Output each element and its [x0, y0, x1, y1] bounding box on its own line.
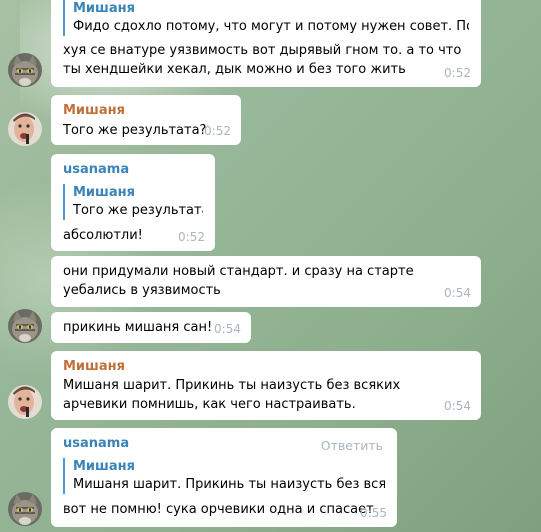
reply-author: Мишаня	[73, 185, 135, 200]
author-name[interactable]: Мишаня	[63, 358, 469, 376]
message-text: они придумали новый стандарт. и сразу на…	[63, 264, 414, 298]
reply-text: Того же результата?	[73, 203, 203, 218]
message-bubble[interactable]: Мишаня Того же результата? 0:52	[51, 95, 241, 145]
reply-text: Мишаня шарит. Прикинь ты наизусть без вс…	[73, 477, 385, 492]
message-time: 0:54	[444, 399, 471, 413]
message-time: 0:52	[444, 66, 471, 80]
message-bubble[interactable]: они придумали новый стандарт. и сразу на…	[51, 256, 481, 307]
cat-avatar[interactable]	[8, 53, 42, 87]
message-text: хуя се внатуре уязвимость вот дырявый гн…	[63, 43, 462, 77]
author-name[interactable]: usanama	[63, 161, 203, 179]
message-text: прикинь мишаня сан!	[63, 320, 213, 335]
message-bubble[interactable]: Мишаня Мишаня шарит. Прикинь ты наизусть…	[51, 351, 481, 420]
message-time: 0:54	[214, 322, 241, 336]
man-avatar[interactable]	[8, 385, 42, 419]
reply-preview[interactable]: Мишаня Того же результата?	[63, 184, 203, 220]
man-avatar[interactable]	[8, 112, 42, 146]
message-bubble[interactable]: usanama Мишаня Того же результата? абсол…	[51, 154, 215, 251]
message-time: 0:52	[178, 230, 205, 244]
message-text: Мишаня шарит. Прикинь ты наизусть без вс…	[63, 378, 401, 412]
cat-avatar[interactable]	[8, 492, 42, 526]
cat-avatar[interactable]	[8, 309, 42, 343]
message-bubble[interactable]: usanama Ответить Мишаня Мишаня шарит. Пр…	[51, 428, 397, 527]
reply-action-link[interactable]: Ответить	[321, 436, 383, 455]
message-bubble[interactable]: Мишаня Фидо сдохло потому, что могут и п…	[51, 0, 481, 87]
message-text: вот не помню! сука орчевики одна и спаса…	[63, 502, 374, 517]
reply-preview[interactable]: Мишаня Фидо сдохло потому, что могут и п…	[63, 0, 469, 36]
author-name[interactable]: Мишаня	[63, 102, 229, 120]
reply-text: Фидо сдохло потому, что могут и потому н…	[73, 19, 469, 34]
reply-author: Мишаня	[73, 1, 135, 16]
message-time: 0:52	[204, 124, 231, 138]
message-time: 0:54	[444, 286, 471, 300]
message-bubble[interactable]: прикинь мишаня сан! 0:54	[51, 312, 251, 343]
reply-preview[interactable]: Мишаня Мишаня шарит. Прикинь ты наизусть…	[63, 458, 385, 494]
reply-author: Мишаня	[73, 459, 135, 474]
message-time: 0:55	[360, 506, 387, 520]
